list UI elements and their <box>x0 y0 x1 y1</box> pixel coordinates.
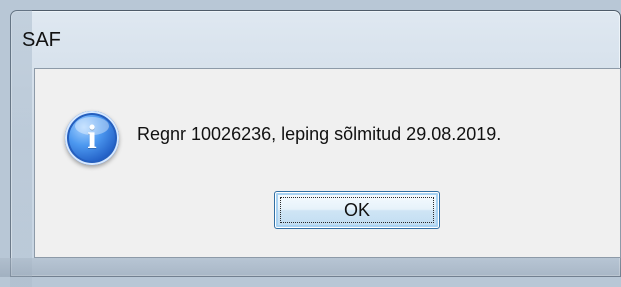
dialog-title: SAF <box>22 28 61 51</box>
window-bottom-frame <box>0 258 621 277</box>
message-dialog: SAF i Regnr 10026236, leping sõlmitud 29… <box>10 10 621 287</box>
dialog-message: Regnr 10026236, leping sõlmitud 29.08.20… <box>137 124 502 144</box>
information-icon: i <box>65 111 119 165</box>
ok-button[interactable]: OK <box>274 191 440 229</box>
information-glyph: i <box>87 119 97 156</box>
dialog-content: i Regnr 10026236, leping sõlmitud 29.08.… <box>34 68 621 258</box>
